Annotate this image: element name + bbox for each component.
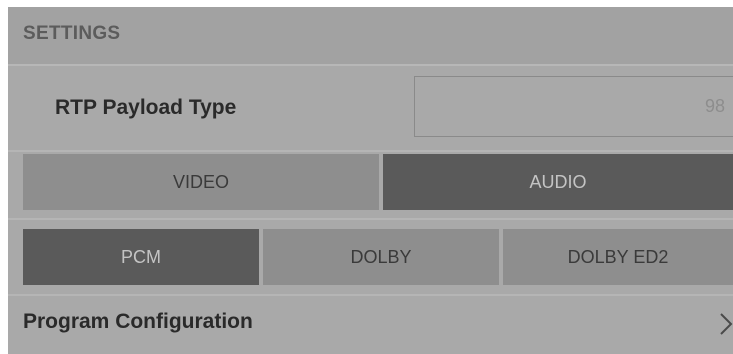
rtp-payload-input[interactable]: 98 (414, 76, 733, 137)
format-pcm-button[interactable]: PCM (23, 229, 259, 285)
program-configuration-row[interactable]: Program Configuration (8, 296, 733, 354)
page-title: SETTINGS (23, 23, 121, 44)
divider (8, 150, 733, 152)
format-dolby-ed2-button[interactable]: DOLBY ED2 (503, 229, 733, 285)
tab-video-label: VIDEO (172, 171, 229, 192)
tab-audio-label: AUDIO (529, 171, 587, 192)
settings-panel: SETTINGS RTP Payload Type 98 VIDEO AUDIO… (8, 7, 733, 354)
format-dolby-ed2-label: DOLBY ED2 (567, 246, 669, 267)
divider (8, 218, 733, 220)
settings-header: SETTINGS (8, 7, 733, 66)
tab-audio[interactable]: AUDIO (383, 154, 733, 210)
format-pcm-label: PCM (121, 246, 161, 267)
program-configuration-label: Program Configuration (23, 310, 253, 333)
tab-video[interactable]: VIDEO (23, 154, 379, 210)
chevron-right-icon (720, 313, 733, 335)
rtp-payload-row: RTP Payload Type 98 (8, 66, 733, 150)
format-dolby-label: DOLBY (350, 246, 412, 267)
rtp-payload-label: RTP Payload Type (55, 96, 237, 119)
format-dolby-button[interactable]: DOLBY (263, 229, 499, 285)
